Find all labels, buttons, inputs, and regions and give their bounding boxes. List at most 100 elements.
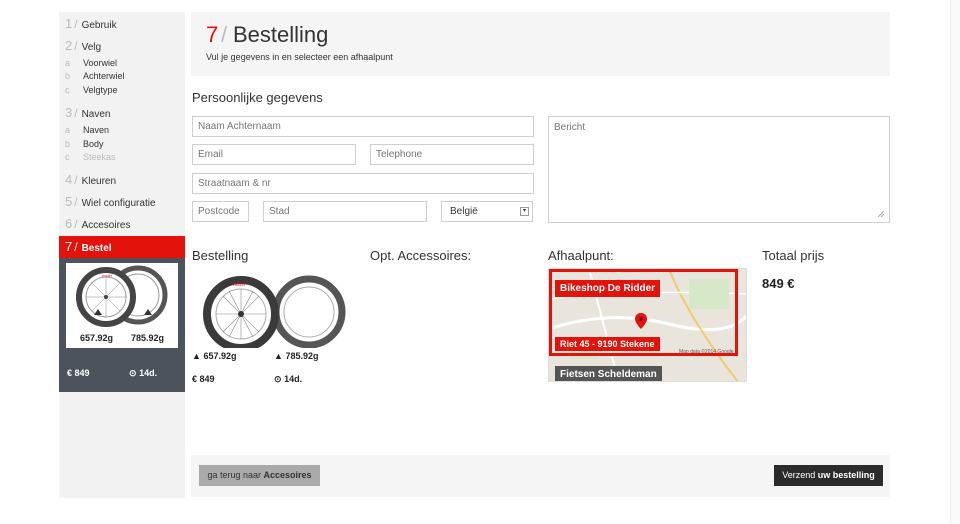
scrollbar-track[interactable] <box>950 0 960 524</box>
sidebar-item-kleuren[interactable]: 4/Kleuren <box>65 172 116 187</box>
sidebar-item-gebruik[interactable]: 1/Gebruik <box>65 16 117 31</box>
sub-letter: b <box>65 139 71 149</box>
page-title: Bestelling <box>233 22 329 47</box>
send-order-button[interactable]: Verzend uw bestelling <box>774 465 883 486</box>
front-weight-value: 657.92g <box>203 351 237 361</box>
sub-label: Achterwiel <box>83 71 125 81</box>
sidebar: 1/Gebruik 2/Velg a Voorwiel b Achterwiel c… <box>59 12 185 498</box>
sub-label: Naven <box>83 125 110 135</box>
sub-label: Steekas <box>83 152 116 162</box>
step-number: 4 <box>65 172 73 187</box>
sidebar-sub-naven[interactable]: a Naven <box>65 125 109 135</box>
sub-letter: c <box>65 85 70 95</box>
step-number: 7 <box>65 239 73 254</box>
shop-address-label: Riet 45 - 9190 Stekene <box>555 337 660 351</box>
days-value: 14d. <box>139 368 158 378</box>
dropdown-arrow-icon: ▾ <box>520 207 529 216</box>
sidebar-item-label: Naven <box>81 109 111 120</box>
step-number: 5 <box>65 194 73 209</box>
sidebar-sub-velgtype[interactable]: c Velgtype <box>65 85 118 95</box>
sidebar-item-bestel[interactable]: 7/Bestel <box>59 236 185 258</box>
summary-delivery: ⊙ 14d. <box>129 368 157 379</box>
front-weight: 657.92g <box>80 333 114 343</box>
postcode-input[interactable] <box>192 201 249 222</box>
price-value: 849 <box>74 368 90 378</box>
weight-icon: ▲ <box>274 351 283 361</box>
phone-field[interactable] <box>370 144 534 165</box>
street-input[interactable] <box>192 173 534 194</box>
currency-symbol: € <box>192 374 198 384</box>
sub-label: Voorwiel <box>83 58 118 68</box>
step-slash: / <box>74 39 78 53</box>
order-price: € 849 <box>192 374 215 384</box>
pickup-title: Afhaalpunt: <box>548 248 614 263</box>
name-input[interactable] <box>192 116 534 137</box>
total-title: Totaal prijs <box>762 248 825 263</box>
order-front-weight: ▲ 657.92g <box>192 351 236 361</box>
wheel-preview: ridder 657.92g 785.92g <box>66 263 178 348</box>
page-header: 7 / Bestelling Vul je gegevens in en sel… <box>191 12 890 76</box>
sidebar-sub-body[interactable]: b Body <box>65 139 104 149</box>
step-number: 3 <box>65 105 73 120</box>
send-prefix: Verzend <box>782 470 816 480</box>
weight-icon: ▲ <box>192 351 201 361</box>
shop-name-label[interactable]: Bikeshop De Ridder <box>555 280 661 297</box>
country-select[interactable]: België ▾ <box>441 201 533 222</box>
header-step-slash: / <box>221 22 228 47</box>
step-slash: / <box>74 17 78 31</box>
sidebar-sub-voorwiel[interactable]: a Voorwiel <box>65 58 117 68</box>
accessories-title: Opt. Accessoires: <box>370 248 472 263</box>
sidebar-sub-steekas[interactable]: c Steekas <box>65 152 116 162</box>
order-rear-weight: ▲ 785.92g <box>274 351 318 361</box>
sidebar-item-velg[interactable]: 2/Velg <box>65 38 101 53</box>
sidebar-sub-achterwiel[interactable]: b Achterwiel <box>65 71 125 81</box>
sub-label: Body <box>83 139 104 149</box>
country-value: België <box>450 206 478 217</box>
sidebar-item-wiel-configuratie[interactable]: 5/Wiel configuratie <box>65 194 156 209</box>
currency-symbol: € <box>67 368 73 378</box>
step-slash: / <box>74 240 78 254</box>
step-slash: / <box>74 217 78 231</box>
back-target: Accesoires <box>263 470 312 480</box>
svg-text:ridder: ridder <box>102 273 113 278</box>
step-number: 2 <box>65 38 73 53</box>
sidebar-item-naven[interactable]: 3/Naven <box>65 105 110 120</box>
step-slash: / <box>74 173 78 187</box>
back-prefix: ga terug naar <box>207 470 261 480</box>
personal-details-title: Persoonlijke gegevens <box>192 90 323 105</box>
step-slash: / <box>74 106 78 120</box>
summary-price: € 849 <box>67 368 90 378</box>
order-delivery: ⊙ 14d. <box>274 374 302 385</box>
order-title: Bestelling <box>192 248 249 263</box>
page-subtitle: Vul je gegevens in en selecteer een afha… <box>206 52 393 62</box>
map-credit: Map data ©2014 Google <box>679 349 734 355</box>
sidebar-item-label: Velg <box>81 42 102 53</box>
email-field[interactable] <box>192 144 356 165</box>
resize-grip-icon[interactable] <box>877 210 885 218</box>
wheel-summary-panel: ridder 657.92g 785.92g € 849 ⊙ 14d. <box>59 258 185 392</box>
sidebar-item-accesoires[interactable]: 6/Accesoires <box>65 216 130 231</box>
clock-icon: ⊙ <box>274 374 282 384</box>
clock-icon: ⊙ <box>129 368 137 378</box>
sidebar-item-label: Kleuren <box>81 176 117 187</box>
city-input[interactable] <box>263 201 427 222</box>
send-bold: uw bestelling <box>817 470 875 480</box>
page: 1/Gebruik 2/Velg a Voorwiel b Achterwiel c… <box>0 0 960 524</box>
sidebar-item-label: Accesoires <box>81 220 131 231</box>
total-price: 849 € <box>762 276 795 291</box>
pickup-map[interactable]: Bikeshop De Ridder Riet 45 - 9190 Steken… <box>548 268 747 382</box>
sidebar-item-label: Wiel configuratie <box>81 198 156 209</box>
rear-weight: 785.92g <box>131 333 165 343</box>
sub-label: Velgtype <box>83 85 118 95</box>
next-shop-label[interactable]: Fietsen Scheldeman <box>555 366 662 381</box>
sub-letter: b <box>65 71 71 81</box>
message-textarea[interactable] <box>548 116 890 223</box>
price-value: 849 <box>199 374 215 384</box>
sub-letter: c <box>65 152 70 162</box>
sidebar-item-label: Gebruik <box>81 20 117 31</box>
header-step-number: 7 <box>206 22 219 47</box>
step-number: 1 <box>65 16 73 31</box>
back-button[interactable]: ga terug naar Accesoires <box>199 465 320 486</box>
step-slash: / <box>74 195 78 209</box>
sub-letter: a <box>65 58 71 68</box>
